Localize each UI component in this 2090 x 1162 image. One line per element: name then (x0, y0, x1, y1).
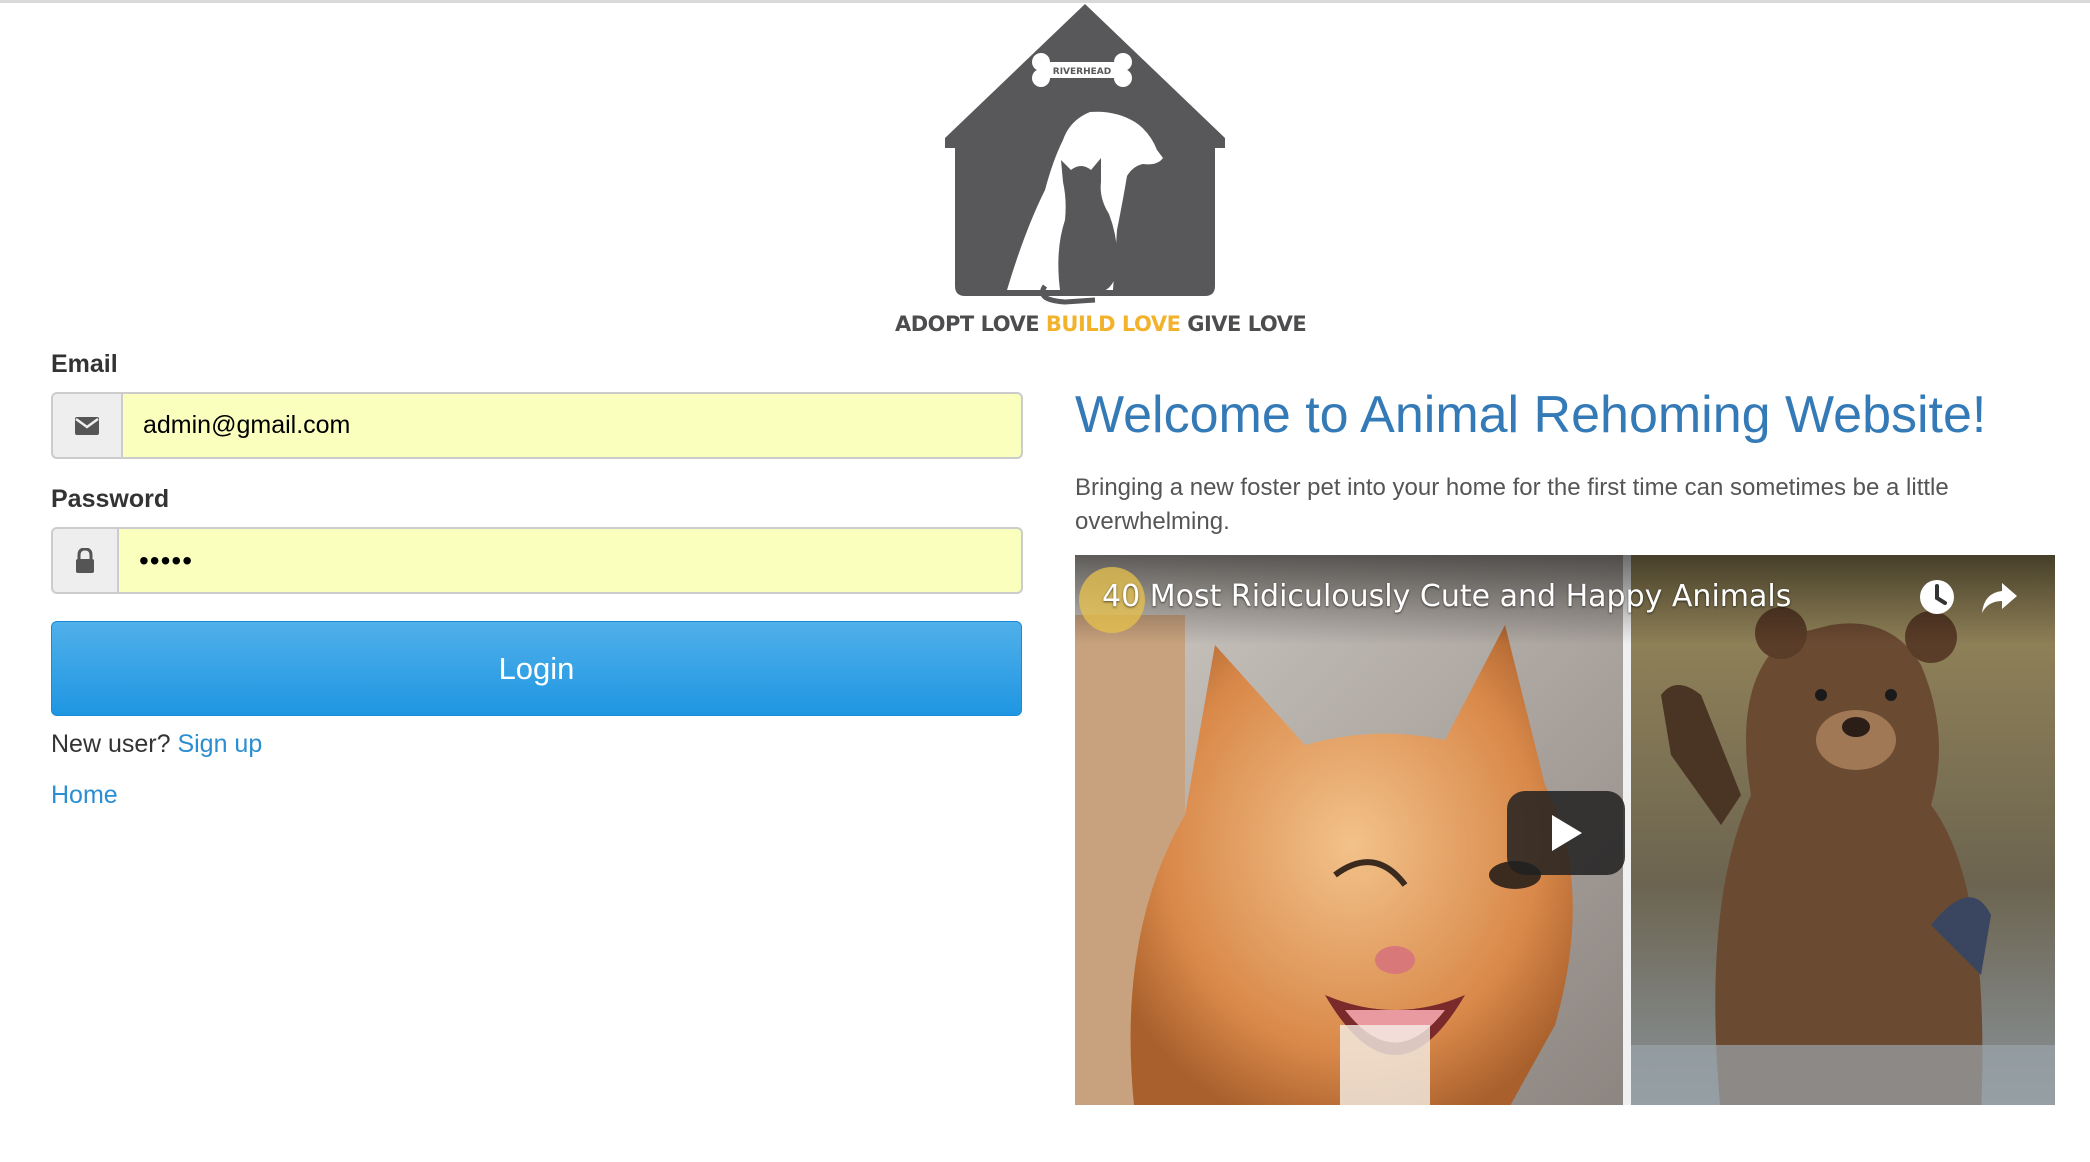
site-logo[interactable]: RIVERHEAD ADOPT LOVE BUILD LOVE GIVE LOV… (895, 0, 1307, 352)
password-field[interactable] (117, 527, 1023, 594)
video-title[interactable]: 40 Most Ridiculously Cute and Happy Anim… (1102, 579, 1791, 614)
password-input-group (51, 527, 1023, 594)
email-label: Email (51, 350, 118, 378)
new-user-text: New user? (51, 730, 171, 758)
logo-badge-text: RIVERHEAD (1053, 67, 1111, 77)
watch-later-icon[interactable] (1917, 577, 1957, 622)
home-link[interactable]: Home (51, 781, 118, 810)
email-input-group (51, 392, 1023, 459)
login-form: Email Password Login New user? Sign up H… (51, 350, 1023, 810)
signup-prompt: New user? Sign up (51, 730, 1023, 759)
login-button[interactable]: Login (51, 621, 1022, 716)
envelope-icon (51, 392, 121, 459)
welcome-body: Bringing a new foster pet into your home… (1075, 474, 1949, 535)
house-pet-logo-icon: RIVERHEAD (945, 4, 1225, 305)
video-embed[interactable]: 40 Most Ridiculously Cute and Happy Anim… (1075, 555, 2055, 1105)
welcome-heading: Welcome to Animal Rehoming Website! (1075, 386, 1987, 444)
lock-icon (51, 527, 117, 594)
play-button[interactable] (1507, 791, 1625, 875)
share-icon[interactable] (1979, 577, 2019, 622)
signup-link[interactable]: Sign up (177, 730, 262, 758)
play-icon (1552, 815, 1582, 851)
logo-tagline: ADOPT LOVE BUILD LOVE GIVE LOVE (895, 312, 1307, 336)
password-label: Password (51, 485, 170, 513)
welcome-section: Welcome to Animal Rehoming Website! Brin… (1075, 385, 2075, 539)
email-field[interactable] (121, 392, 1023, 459)
